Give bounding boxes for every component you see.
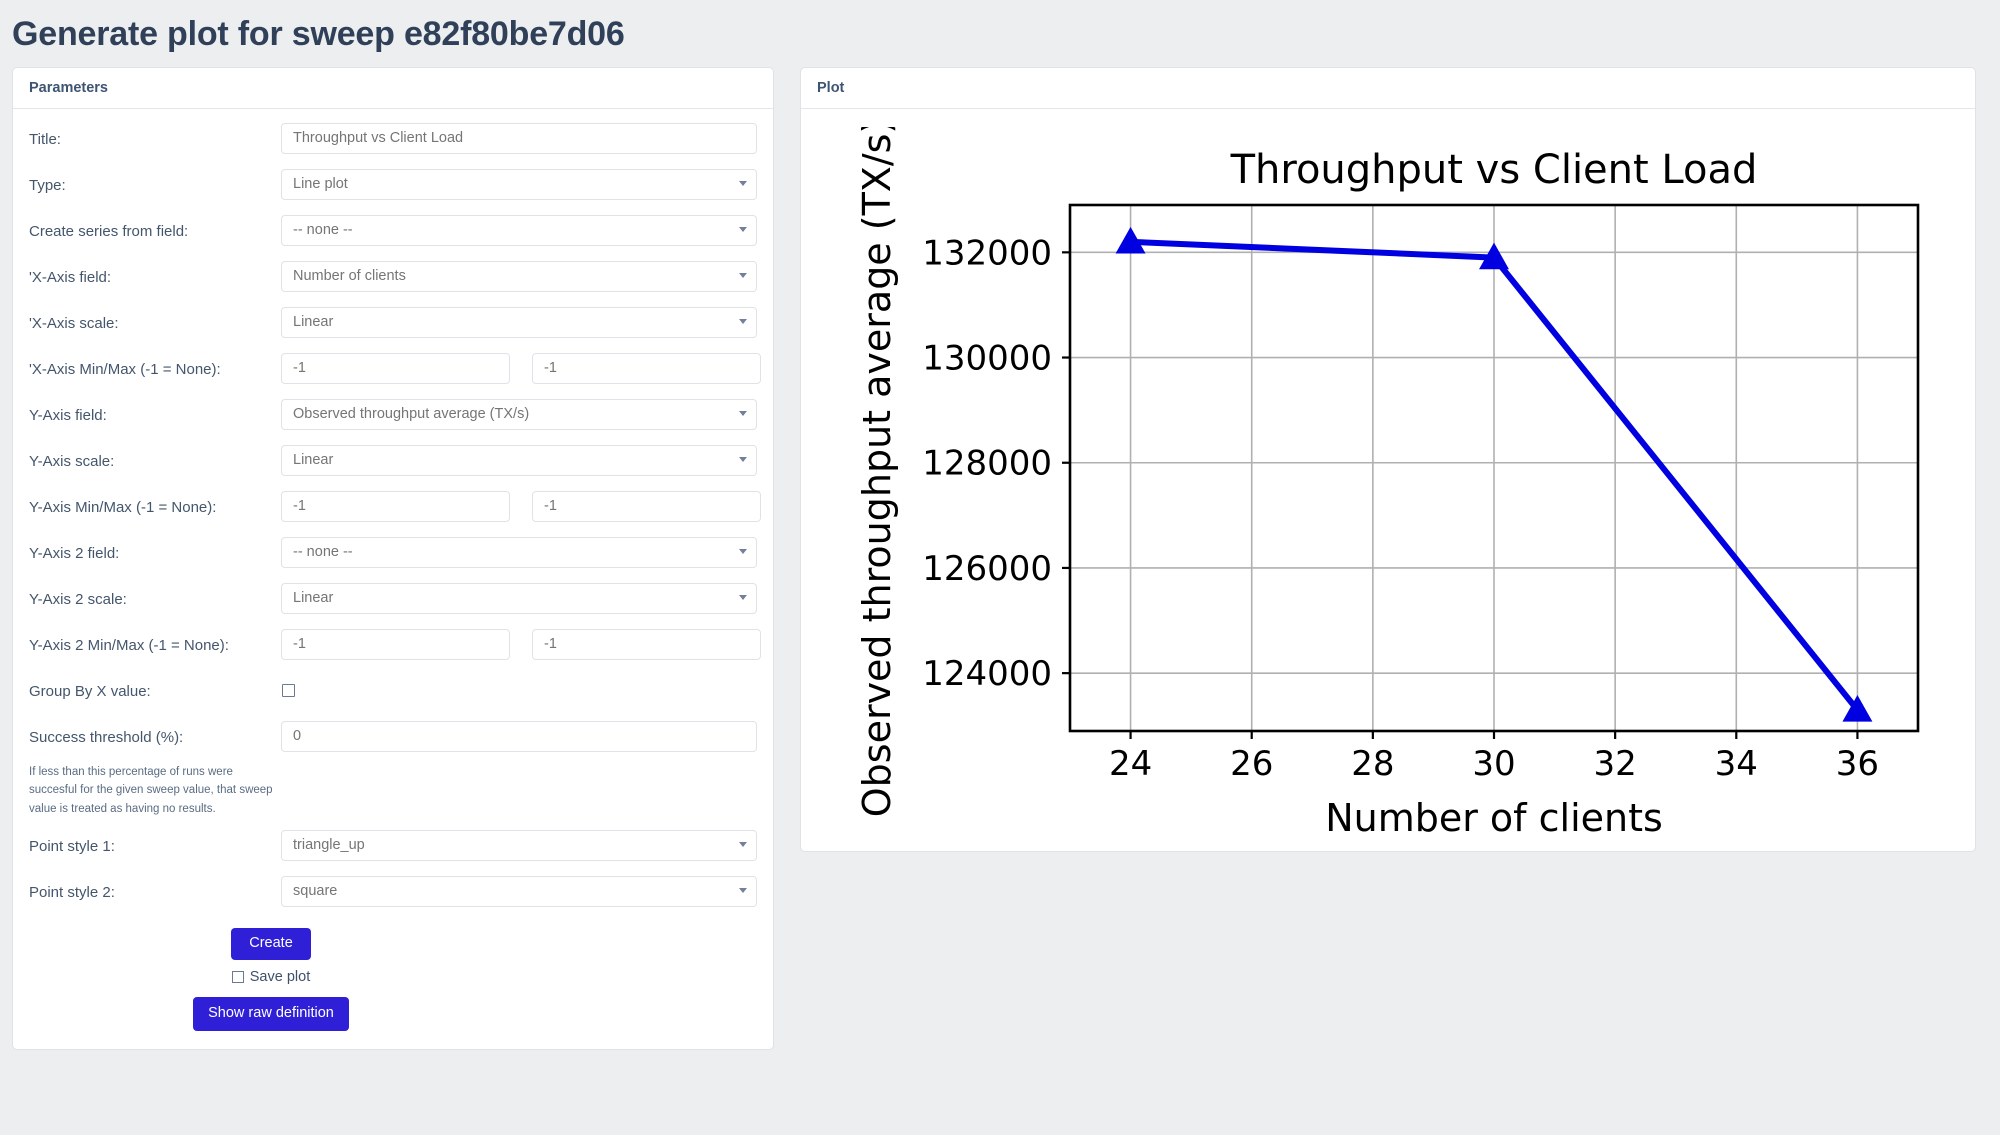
app-page: Generate plot for sweep e82f80be7d06 Par… — [0, 0, 2000, 1135]
x-axis-min-input[interactable] — [281, 353, 510, 384]
field-row-y2-minmax: Y-Axis 2 Min/Max (-1 = None): — [29, 629, 757, 662]
label-y2-field: Y-Axis 2 field: — [29, 537, 281, 564]
x-axis-max-input[interactable] — [532, 353, 761, 384]
x-tick-label: 24 — [1109, 744, 1152, 784]
field-row-group-by-x: Group By X value: — [29, 675, 757, 708]
field-row-point-style-1: Point style 1: — [29, 830, 757, 863]
label-x-scale: 'X-Axis scale: — [29, 307, 281, 334]
y-axis-label: Observed throughput average (TX/s) — [855, 127, 899, 817]
form-actions: Create Save plot Show raw definition — [29, 922, 757, 1031]
plot-card-header: Plot — [801, 68, 1975, 109]
x-axis-field-select[interactable] — [281, 261, 757, 292]
field-row-y2-field: Y-Axis 2 field: — [29, 537, 757, 570]
y-axis-field-select[interactable] — [281, 399, 757, 430]
field-row-success-threshold: Success threshold (%): — [29, 721, 757, 754]
label-success-threshold: Success threshold (%): — [29, 721, 281, 748]
page-title: Generate plot for sweep e82f80be7d06 — [0, 0, 2000, 55]
save-plot-checkbox[interactable] — [232, 971, 244, 983]
label-title: Title: — [29, 123, 281, 150]
field-row-type: Type: — [29, 169, 757, 202]
y-axis-2-scale-select[interactable] — [281, 583, 757, 614]
save-plot-label: Save plot — [250, 969, 310, 985]
parameters-card-header: Parameters — [13, 68, 773, 109]
point-style-2-select[interactable] — [281, 876, 757, 907]
parameters-card: Parameters Title: Type: — [12, 67, 774, 1050]
y-tick-label: 128000 — [922, 444, 1052, 484]
series-from-select[interactable] — [281, 215, 757, 246]
y-axis-2-field-select[interactable] — [281, 537, 757, 568]
y-axis-2-min-input[interactable] — [281, 629, 510, 660]
plot-card: Plot 24 26 28 30 32 34 36 124000 126000 128000 130… — [800, 67, 1976, 852]
x-tick-label: 28 — [1351, 744, 1394, 784]
x-tick-label: 32 — [1594, 744, 1637, 784]
field-row-title: Title: — [29, 123, 757, 156]
label-point-style-2: Point style 2: — [29, 876, 281, 903]
chart-title: Throughput vs Client Load — [1230, 147, 1758, 193]
y-axis-2-max-input[interactable] — [532, 629, 761, 660]
y-tick-label: 124000 — [922, 654, 1052, 694]
field-row-point-style-2: Point style 2: — [29, 876, 757, 909]
label-point-style-1: Point style 1: — [29, 830, 281, 857]
create-button[interactable]: Create — [231, 928, 311, 960]
label-y2-minmax: Y-Axis 2 Min/Max (-1 = None): — [29, 629, 281, 656]
x-axis-label: Number of clients — [1325, 796, 1663, 839]
field-row-series-from: Create series from field: — [29, 215, 757, 248]
label-y-field: Y-Axis field: — [29, 399, 281, 426]
success-threshold-input[interactable] — [281, 721, 757, 752]
group-by-x-checkbox[interactable] — [282, 684, 295, 697]
type-select[interactable] — [281, 169, 757, 200]
field-row-x-field: 'X-Axis field: — [29, 261, 757, 294]
field-row-y-minmax: Y-Axis Min/Max (-1 = None): — [29, 491, 757, 524]
main-columns: Parameters Title: Type: — [0, 55, 2000, 1050]
x-tick-label: 34 — [1715, 744, 1758, 784]
y-tick-label: 126000 — [922, 549, 1052, 589]
plot-figure: 24 26 28 30 32 34 36 124000 126000 128000 130000 13… — [801, 109, 1975, 851]
field-row-y-scale: Y-Axis scale: — [29, 445, 757, 478]
x-axis-scale-select[interactable] — [281, 307, 757, 338]
field-row-x-minmax: 'X-Axis Min/Max (-1 = None): — [29, 353, 757, 386]
y-tick-label: 130000 — [922, 338, 1052, 378]
label-y-scale: Y-Axis scale: — [29, 445, 281, 472]
save-plot-row: Save plot — [29, 969, 513, 985]
chart-canvas: 24 26 28 30 32 34 36 124000 126000 128000 130000 13… — [838, 127, 1938, 839]
y-axis-min-input[interactable] — [281, 491, 510, 522]
x-tick-label: 30 — [1472, 744, 1515, 784]
success-threshold-help: If less than this percentage of runs wer… — [29, 763, 281, 819]
parameters-form: Title: Type: Create series fr — [13, 109, 773, 1049]
field-row-y2-scale: Y-Axis 2 scale: — [29, 583, 757, 616]
x-tick-label: 36 — [1836, 744, 1879, 784]
label-y-minmax: Y-Axis Min/Max (-1 = None): — [29, 491, 281, 518]
label-x-minmax: 'X-Axis Min/Max (-1 = None): — [29, 353, 281, 380]
point-style-1-select[interactable] — [281, 830, 757, 861]
label-x-field: 'X-Axis field: — [29, 261, 281, 288]
label-series-from: Create series from field: — [29, 215, 281, 242]
label-group-by-x: Group By X value: — [29, 675, 281, 702]
y-axis-max-input[interactable] — [532, 491, 761, 522]
y-axis-scale-select[interactable] — [281, 445, 757, 476]
show-raw-definition-button[interactable]: Show raw definition — [193, 997, 349, 1031]
label-type: Type: — [29, 169, 281, 196]
x-tick-label: 26 — [1230, 744, 1273, 784]
title-input[interactable] — [281, 123, 757, 154]
label-y2-scale: Y-Axis 2 scale: — [29, 583, 281, 610]
y-tick-label: 132000 — [922, 233, 1052, 273]
field-row-y-field: Y-Axis field: — [29, 399, 757, 432]
field-row-x-scale: 'X-Axis scale: — [29, 307, 757, 340]
